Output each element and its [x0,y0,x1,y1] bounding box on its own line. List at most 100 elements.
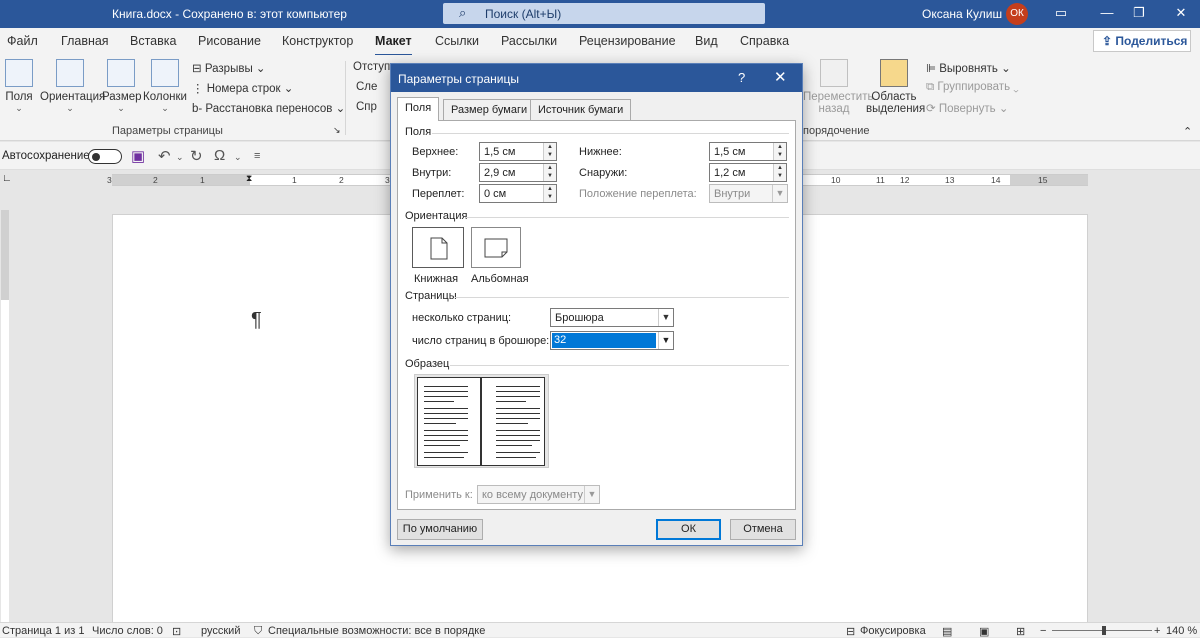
chevron-down-icon: ▼ [658,332,673,349]
group-arrange: порядочение [803,125,870,137]
dialog-tab-paper-source[interactable]: Источник бумаги [530,99,632,121]
help-button[interactable]: ? [738,70,745,85]
sheets-per-booklet-select[interactable]: 32 ▼ [550,331,674,350]
group-page-setup: Параметры страницы [112,125,223,137]
landscape-option[interactable] [471,227,521,268]
share-button[interactable]: ⇪ Поделиться [1093,30,1191,52]
tab-mailings[interactable]: Рассылки [501,34,557,48]
undo-dropdown-icon[interactable]: ⌄ [176,152,184,163]
orientation-button[interactable]: Ориентация ⌄ [40,59,105,114]
language[interactable]: русский [201,625,240,637]
inside-margin-input[interactable]: 2,9 см ▲ ▼ [479,163,557,182]
redo-icon[interactable]: ↻ [190,147,203,165]
save-icon[interactable]: ▣ [131,147,145,165]
margins-label: Поля [5,91,33,103]
cancel-button[interactable]: Отмена [730,519,796,540]
outside-margin-input[interactable]: 1,2 см ▲ ▼ [709,163,787,182]
tab-layout[interactable]: Макет [375,34,412,56]
section-margins: Поля [405,126,432,138]
outside-margin-value: 1,2 см [714,167,746,179]
inside-margin-value: 2,9 см [484,167,516,179]
tab-design[interactable]: Конструктор [282,34,353,48]
page-setup-launcher-icon[interactable]: ↘ [333,125,341,136]
read-mode-icon[interactable]: ▤ [942,625,952,638]
indent-right-label[interactable]: Спр [356,101,377,113]
indent-left-label[interactable]: Сле [356,81,377,93]
apply-to-select[interactable]: ко всему документу ▼ [477,485,600,504]
align-button[interactable]: ⊫ Выровнять ⌄ [926,61,1011,75]
user-name[interactable]: Оксана Кулиш [922,7,1002,21]
web-layout-icon[interactable]: ⊞ [1016,625,1025,638]
line-numbers-button[interactable]: ⋮ Номера строк ⌄ [192,81,293,95]
group-objects-button[interactable]: ⧉ Группировать ⌄ [926,81,1019,94]
tab-draw[interactable]: Рисование [198,34,261,48]
restore-button[interactable]: ❐ [1116,0,1162,28]
gutter-position-select[interactable]: Внутри ▼ [709,184,788,203]
focus-mode[interactable]: Фокусировка [860,625,926,637]
page-count[interactable]: Страница 1 из 1 [2,625,84,637]
set-default-button[interactable]: По умолчанию [397,519,483,540]
undo-icon[interactable]: ↶ [158,147,171,165]
autosave-toggle[interactable] [88,149,122,164]
tab-view[interactable]: Вид [695,34,718,48]
ruler-number: 13 [945,175,955,185]
print-layout-icon[interactable]: ▣ [979,625,989,638]
hyphenation-button[interactable]: b‑ Расстановка переносов ⌄ [192,101,345,115]
ribbon-display-icon[interactable]: ▭ [1038,0,1084,28]
portrait-option[interactable] [412,227,464,268]
tab-help[interactable]: Справка [740,34,789,48]
breaks-button[interactable]: ⊟ Разрывы ⌄ [192,61,266,75]
selection-pane-button[interactable]: Область выделения [866,59,925,115]
spin-arrows-icon[interactable]: ▲ ▼ [773,164,786,181]
columns-button[interactable]: Колонки ⌄ [142,59,188,114]
tab-review[interactable]: Рецензирование [579,34,676,48]
chevron-down-icon: ▼ [584,486,599,503]
line-numbers-label: Номера строк [206,83,281,95]
tab-references[interactable]: Ссылки [435,34,479,48]
collapse-ribbon-icon[interactable]: ⌃ [1183,125,1192,138]
omega-dropdown-icon[interactable]: ⌄ [234,152,242,163]
tab-home[interactable]: Главная [61,34,109,48]
rotate-button[interactable]: ⟳ Повернуть ⌄ [926,101,1008,115]
tab-insert[interactable]: Вставка [130,34,176,48]
gutter-value: 0 см [484,188,507,200]
multiple-pages-select[interactable]: Брошюра ▼ [550,308,674,327]
breaks-label: Разрывы [204,63,253,75]
move-back-button[interactable]: Переместить назад [803,59,873,115]
spin-arrows-icon[interactable]: ▲ ▼ [543,164,556,181]
spin-arrows-icon[interactable]: ▲ ▼ [543,143,556,160]
page-setup-dialog: Параметры страницы ? ✕ Поля Размер бумаг… [390,63,803,546]
section-divider [432,133,789,134]
search-box[interactable]: ⌕ Поиск (Alt+Ы) [443,3,765,24]
gutter-input[interactable]: 0 см ▲ ▼ [479,184,557,203]
bottom-margin-input[interactable]: 1,5 см ▲ ▼ [709,142,787,161]
proofing-icon[interactable]: ⊡ [172,625,181,638]
spin-arrows-icon[interactable]: ▲ ▼ [773,143,786,160]
ok-button[interactable]: ОК [656,519,721,540]
zoom-slider-handle[interactable] [1102,626,1106,635]
zoom-level[interactable]: 140 % [1166,625,1197,637]
accessibility-status[interactable]: Специальные возможности: все в порядке [268,625,485,637]
bottom-margin-label: Нижнее: [579,146,622,158]
customize-qat-icon[interactable]: ≡ [254,150,260,162]
margins-button[interactable]: Поля ⌄ [4,59,34,114]
omega-icon[interactable]: Ω [214,147,225,164]
dialog-tab-paper-size[interactable]: Размер бумаги [443,99,536,121]
hyphenation-icon: b‑ [192,103,206,115]
close-button[interactable]: ✕ [1158,0,1200,28]
avatar[interactable]: ОК [1006,3,1028,25]
dialog-tab-margins[interactable]: Поля [397,97,440,121]
top-margin-input[interactable]: 1,5 см ▲ ▼ [479,142,557,161]
indent-marker-icon[interactable]: ⧗ [246,173,252,184]
tab-selector-icon[interactable]: ∟ [2,173,12,184]
zoom-in-icon[interactable]: + [1154,625,1160,637]
tab-file[interactable]: Файл [7,34,38,48]
spin-arrows-icon[interactable]: ▲ ▼ [543,185,556,202]
size-button[interactable]: Размер ⌄ [102,59,142,114]
landscape-label: Альбомная [471,273,529,285]
ruler-number: 14 [991,175,1001,185]
zoom-out-icon[interactable]: − [1040,625,1046,637]
margins-icon [5,59,33,87]
word-count[interactable]: Число слов: 0 [92,625,163,637]
dialog-close-button[interactable]: ✕ [774,68,787,86]
